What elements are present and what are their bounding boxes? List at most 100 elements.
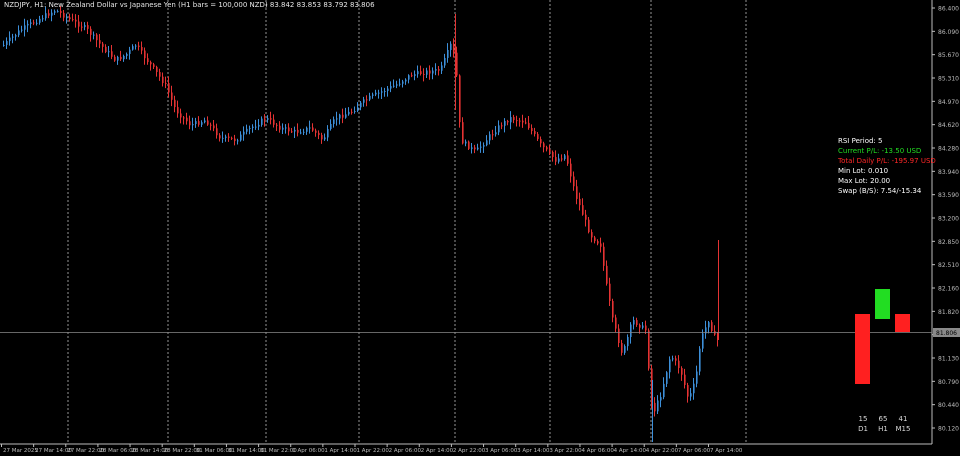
candle [30, 18, 32, 29]
candle [627, 334, 629, 351]
candle-body [474, 147, 476, 150]
candle-body [300, 132, 302, 134]
price-tick-label: 82.510 [938, 262, 959, 269]
candle-body [441, 65, 443, 71]
candle-body [165, 83, 167, 85]
candle [696, 365, 698, 388]
candle [267, 115, 269, 123]
price-tick-label: 84.280 [938, 146, 959, 153]
candle [687, 382, 689, 403]
total-daily-pl-label: Total Daily P/L: -195.97 USD [838, 157, 936, 165]
candle-body [240, 134, 242, 141]
candle [273, 114, 275, 128]
candle-body [246, 128, 248, 132]
candle [585, 209, 587, 227]
candle [498, 120, 500, 136]
time-tick-label: 3 Apr 14:00 [517, 448, 550, 454]
candle-body [660, 397, 662, 401]
price-tick-label: 84.620 [938, 122, 959, 129]
candle-body [27, 23, 29, 26]
price-chart[interactable]: 86.400 86.090 85.670 85.310 84.970 84.620 84.2… [0, 0, 960, 456]
candle-body [555, 157, 557, 162]
candle [675, 355, 677, 366]
candle [618, 324, 620, 348]
candle-body [573, 176, 575, 187]
candle [615, 314, 617, 333]
candle [318, 130, 320, 140]
candle-body [483, 145, 485, 147]
candle [210, 122, 212, 131]
candle [513, 114, 515, 124]
candle [6, 37, 8, 49]
candle [471, 143, 473, 154]
candle-body [270, 118, 272, 120]
candle [285, 124, 287, 134]
candle-body [183, 117, 185, 119]
chart-window[interactable]: 86.400 86.090 85.670 85.310 84.970 84.620 84.2… [0, 0, 960, 456]
candle-body [384, 90, 386, 92]
rsi-d1-value: 15 [858, 415, 868, 423]
candle-body [594, 237, 596, 242]
candle-body [564, 155, 566, 160]
candle-body [228, 136, 230, 138]
candle-body [507, 120, 509, 123]
price-tick-label: 86.400 [938, 6, 959, 13]
candle-body [111, 51, 113, 57]
candle-body [462, 122, 464, 144]
candle [603, 242, 605, 271]
candle-body [360, 102, 362, 108]
candle-body [675, 358, 677, 361]
candle-body [123, 55, 125, 60]
candle-body [342, 114, 344, 118]
candle [399, 78, 401, 87]
candle-body [210, 124, 212, 126]
candle-body [369, 95, 371, 100]
candle [408, 74, 410, 84]
time-tick-label: 3 Apr 06:00 [485, 448, 518, 454]
candle [336, 111, 338, 126]
candle-body [330, 123, 332, 130]
candle-body [78, 21, 80, 27]
rsi-d1-bar [855, 314, 870, 384]
candle-body [459, 75, 461, 123]
candle [156, 65, 158, 77]
price-tick-label: 80.120 [938, 426, 959, 433]
candle-body [354, 111, 356, 113]
candle-body [108, 51, 110, 53]
candle [558, 153, 560, 164]
candle-body [69, 17, 71, 20]
candle [630, 322, 632, 344]
candle-body [336, 118, 338, 120]
candle-body [156, 66, 158, 73]
candle [477, 143, 479, 151]
candle [186, 112, 188, 125]
price-tick-label: 83.200 [938, 216, 959, 223]
candle-body [678, 360, 680, 369]
candle-body [567, 155, 569, 164]
candle [279, 121, 281, 133]
candle [597, 239, 599, 246]
candle [465, 139, 467, 147]
candle [540, 136, 542, 148]
candle-body [57, 11, 59, 13]
candle-body [633, 320, 635, 325]
candle-body [255, 126, 257, 128]
candle-body [582, 205, 584, 215]
candle [564, 154, 566, 161]
rsi-m15-bar [895, 314, 910, 332]
price-tick-label: 83.940 [938, 169, 959, 176]
candle [54, 9, 56, 15]
candle-body [597, 241, 599, 244]
candle-body [66, 17, 68, 19]
candle-body [396, 84, 398, 86]
candle [402, 79, 404, 88]
rsi-h1-value: 65 [878, 415, 888, 423]
candle-body [36, 22, 38, 24]
candle [324, 133, 326, 141]
candle-body [225, 136, 227, 138]
candle [600, 237, 602, 253]
candle [132, 44, 134, 51]
candle [249, 125, 251, 135]
candle-body [207, 120, 209, 125]
candle-body [591, 232, 593, 238]
